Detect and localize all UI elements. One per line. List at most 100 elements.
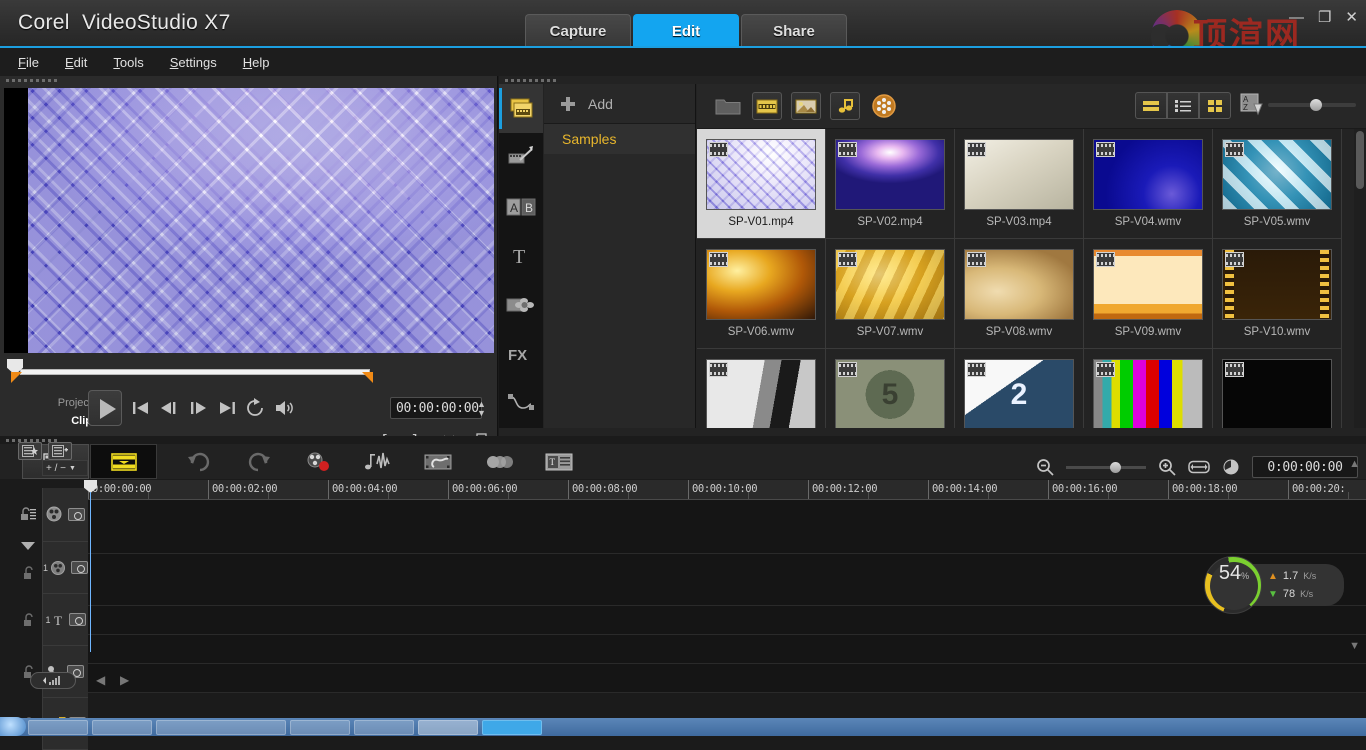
tab-edit[interactable]: Edit [633,14,739,48]
play-button[interactable] [88,390,122,426]
menu-edit[interactable]: Edit [65,55,87,70]
taskbar-item[interactable] [482,719,542,735]
sidebar-item-filter[interactable]: FX [499,329,543,378]
fit-to-window-icon[interactable] [1188,459,1210,475]
start-button[interactable] [0,717,26,736]
list-view-button[interactable] [1167,92,1199,119]
grid-view-button[interactable] [1199,92,1231,119]
track-visibility-toggle-overlay[interactable] [71,561,89,574]
minimize-icon[interactable]: — [1289,9,1304,26]
zoom-out-icon[interactable] [1036,458,1054,476]
timecode-spinner[interactable]: ▲ ▼ [477,400,495,418]
chevron-down-icon[interactable]: ▼ [69,465,76,472]
taskbar-item[interactable] [290,719,350,735]
video-preview[interactable] [4,88,494,353]
track-lane-video[interactable] [88,500,1366,554]
track-header-video[interactable] [43,488,88,542]
step-forward-button[interactable] [187,398,213,420]
restore-icon[interactable]: ❐ [1318,8,1331,26]
add-track-button[interactable] [48,442,72,460]
media-item[interactable]: SP-V02.mp4 [826,129,955,239]
timeline-ruler[interactable]: 0:00:00:00 00:00:02:00 00:00:04:00 00:00:06… [88,480,1366,500]
track-lane-title[interactable] [88,606,1366,635]
show-color-icon[interactable] [869,92,899,120]
track-manager-button[interactable] [18,442,42,460]
track-header-overlay[interactable]: 1 [43,542,89,594]
taskbar-item[interactable] [28,719,88,735]
show-audio-icon[interactable] [830,92,860,120]
track-header-title[interactable]: 1 T [43,594,88,646]
add-media-button[interactable]: Add [544,84,695,124]
preview-mode-clip[interactable]: Clip [36,412,101,430]
media-item[interactable] [1213,349,1342,428]
preview-mode-project[interactable]: Project [36,394,101,412]
timeline-view-button[interactable] [90,444,157,479]
volume-button[interactable] [274,398,300,420]
media-item[interactable]: SP-V09.wmv [1084,239,1213,349]
library-drag-handle[interactable] [499,76,1366,84]
folder-item-samples[interactable]: Samples [544,124,695,154]
media-item[interactable] [697,349,826,428]
scroll-down-button[interactable]: ▼ [1349,640,1360,652]
menu-tools[interactable]: Tools [113,55,143,70]
step-back-button[interactable] [158,398,184,420]
scrub-bar[interactable] [0,359,498,385]
sidebar-item-path[interactable] [499,378,543,427]
media-item[interactable]: 5 [826,349,955,428]
undo-icon[interactable] [180,450,218,474]
sidebar-item-graphic[interactable] [499,280,543,329]
timeline-drag-handle[interactable] [0,436,1366,444]
timeline-zoom-slider[interactable] [1066,461,1146,473]
track-lock-title[interactable] [16,594,40,646]
media-item[interactable]: 2 [955,349,1084,428]
track-add-remove-bar[interactable]: + / − ▼ [42,460,88,476]
folder-icon[interactable] [713,92,743,120]
track-expand-chevron[interactable] [16,540,40,552]
audio-mixer-icon[interactable] [360,450,398,474]
preview-timecode[interactable]: 00:00:00:00 [390,397,482,419]
media-item[interactable]: SP-V08.wmv [955,239,1084,349]
track-lock-video[interactable] [16,488,40,540]
sidebar-item-title[interactable]: T [499,231,543,280]
media-item[interactable]: SP-V06.wmv [697,239,826,349]
show-videos-icon[interactable] [752,92,782,120]
sidebar-item-transitions[interactable]: A B [499,182,543,231]
menu-settings[interactable]: Settings [170,55,217,70]
show-photos-icon[interactable] [791,92,821,120]
subtitle-editor-icon[interactable] [420,450,458,474]
timeline-timecode[interactable]: 0:00:00:00 [1252,456,1358,478]
mark-in-handle[interactable] [11,372,22,383]
taskbar-item[interactable] [92,719,152,735]
previous-button[interactable] [130,398,156,420]
media-item[interactable]: SP-V10.wmv [1213,239,1342,349]
track-lane-voice[interactable] [88,635,1366,664]
media-item[interactable]: SP-V05.wmv [1213,129,1342,239]
track-lock-overlay[interactable] [16,552,40,594]
media-grid-scrollbar[interactable] [1354,129,1366,428]
media-item[interactable]: SP-V07.wmv [826,239,955,349]
media-item[interactable]: SP-V04.wmv [1084,129,1213,239]
scrub-track[interactable] [20,369,370,375]
media-item[interactable]: SP-V03.mp4 [955,129,1084,239]
taskbar-item[interactable] [156,719,286,735]
close-icon[interactable]: ✕ [1345,8,1358,26]
mark-out-handle[interactable] [362,372,373,383]
scroll-right-button[interactable]: ▶ [120,673,129,687]
sidebar-item-instant-project[interactable] [499,133,543,182]
media-item[interactable]: SP-V01.mp4 [697,129,826,239]
scroll-left-button[interactable]: ◀ [96,673,105,687]
track-manager-icon[interactable] [480,450,518,474]
track-visibility-toggle-title[interactable] [68,613,86,626]
redo-icon[interactable] [240,450,278,474]
project-duration-icon[interactable] [1222,458,1240,476]
menu-help[interactable]: Help [243,55,270,70]
sort-az-icon[interactable]: A Z [1238,92,1266,120]
preview-drag-handle[interactable] [0,76,497,84]
media-item[interactable] [1084,349,1213,428]
thumbnail-view-button[interactable] [1135,92,1167,119]
record-capture-icon[interactable] [300,450,338,474]
track-visibility-toggle[interactable] [68,508,85,521]
sidebar-item-media[interactable] [499,84,543,133]
fit-project-button[interactable] [30,672,76,689]
zoom-in-icon[interactable] [1158,458,1176,476]
